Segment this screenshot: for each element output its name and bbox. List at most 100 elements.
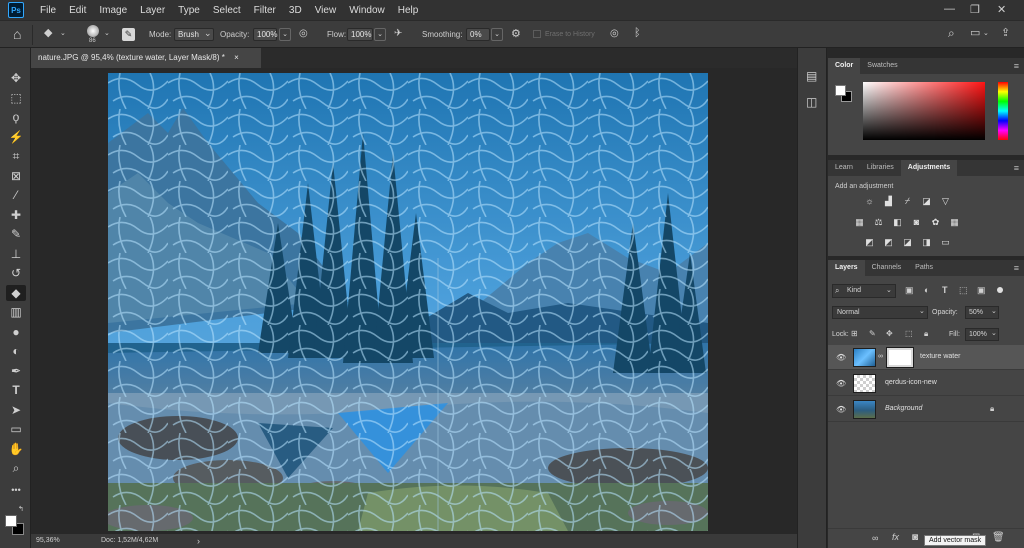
layer-thumbnail[interactable] [853,374,876,393]
tab-layers[interactable]: Layers [828,260,865,276]
close-button[interactable]: ✕ [997,3,1006,16]
hand-tool-icon[interactable]: ✋ [6,441,26,457]
gear-icon[interactable]: ⚙ [511,29,521,40]
frame-tool-icon[interactable]: ⊠ [6,168,26,184]
panel-menu-icon[interactable]: ≡ [1014,61,1019,71]
restore-button[interactable]: ❐ [970,3,980,16]
close-tab-icon[interactable]: × [234,53,239,62]
panel-menu-icon[interactable]: ≡ [1014,163,1019,173]
hue-saturation-icon[interactable]: ▦ [854,217,865,228]
pressure-opacity-icon[interactable]: ◎ [299,29,308,39]
filter-smart-object-icon[interactable]: ▣ [977,286,986,295]
menu-edit[interactable]: Edit [69,5,86,16]
filter-adjustment-icon[interactable]: ◐ [924,286,929,295]
opacity-slider-toggle[interactable]: ⌄ [279,28,291,41]
flow-input[interactable]: 100% [347,28,373,41]
workspace-icon[interactable]: ▭ [970,28,980,39]
lock-pixels-icon[interactable]: ✎ [869,330,876,338]
photo-filter-icon[interactable]: ◙ [911,217,922,228]
layer-row-texture-water[interactable]: 👁︎ ∞ texture water [828,345,1024,370]
filter-pixel-icon[interactable]: ▣ [905,286,914,295]
exposure-icon[interactable]: ◪ [921,196,932,207]
move-tool-icon[interactable]: ✥ [6,70,26,86]
tab-paths[interactable]: Paths [908,260,940,276]
dodge-tool-icon[interactable]: ◐ [6,343,26,359]
link-icon[interactable]: ∞ [878,353,883,360]
properties-panel-icon[interactable]: ◫ [806,96,817,108]
menu-layer[interactable]: Layer [140,5,165,16]
rectangle-tool-icon[interactable]: ▭ [6,421,26,437]
menu-file[interactable]: File [40,5,56,16]
lasso-tool-icon[interactable]: ϙ [6,109,26,125]
tab-color[interactable]: Color [828,58,861,74]
threshold-icon[interactable]: ◪ [902,237,913,248]
layer-thumbnail[interactable] [853,400,876,419]
history-brush-icon[interactable]: ↺ [6,265,26,281]
menu-filter[interactable]: Filter [254,5,276,16]
layer-row-background[interactable]: 👁︎ Background 🔒︎ [828,397,1024,422]
menu-type[interactable]: Type [178,5,200,16]
menu-select[interactable]: Select [213,5,241,16]
canvas-area[interactable] [31,68,797,534]
filter-type-icon[interactable]: T [942,286,948,295]
smoothing-slider-toggle[interactable]: ⌄ [491,28,503,41]
status-menu-arrow[interactable]: › [197,536,200,546]
hue-slider[interactable] [998,82,1008,140]
filter-shape-icon[interactable]: ⬚ [959,286,968,295]
tab-adjustments[interactable]: Adjustments [900,160,958,176]
vibrance-icon[interactable]: ▽ [940,196,951,207]
layer-mask-thumbnail[interactable] [886,347,914,368]
minimize-button[interactable]: — [944,3,955,15]
zoom-tool-icon[interactable]: ⌕ [6,460,26,476]
layer-style-icon[interactable]: fx [892,533,899,542]
layer-name[interactable]: Background [885,405,922,412]
layer-name[interactable]: qerdus-icon-new [885,379,937,386]
layer-row-qerdus-icon[interactable]: 👁︎ qerdus-icon-new [828,371,1024,396]
blend-mode-select[interactable]: Normal [832,306,928,319]
brightness-icon[interactable]: ☼ [864,196,875,207]
clone-stamp-icon[interactable]: ⊥ [6,246,26,262]
color-lookup-icon[interactable]: ▦ [949,217,960,228]
add-mask-icon[interactable]: ◙ [912,533,918,543]
layer-name[interactable]: texture water [920,353,960,360]
levels-icon[interactable]: ▟ [883,196,894,207]
menu-window[interactable]: Window [349,5,385,16]
tab-swatches[interactable]: Swatches [860,58,904,74]
opacity-input[interactable]: 100% [253,28,277,41]
zoom-level[interactable]: 95,36% [36,537,60,544]
lock-transparent-icon[interactable]: ⊞ [851,330,858,338]
blur-tool-icon[interactable]: ● [6,324,26,340]
color-balance-icon[interactable]: ⚖ [873,217,884,228]
brush-settings-icon[interactable]: ✎ [122,28,135,41]
tab-channels[interactable]: Channels [865,260,909,276]
chevron-down-icon[interactable]: ⌄ [104,30,110,37]
flow-slider-toggle[interactable]: ⌄ [374,28,386,41]
menu-view[interactable]: View [315,5,337,16]
pen-tool-icon[interactable]: ✒ [6,363,26,379]
invert-icon[interactable]: ◩ [864,237,875,248]
eye-icon[interactable]: 👁︎ [836,405,846,414]
smoothing-input[interactable]: 0% [466,28,490,41]
history-panel-icon[interactable]: ▤ [806,70,817,82]
gradient-map-icon[interactable]: ▭ [940,237,951,248]
menu-image[interactable]: Image [99,5,127,16]
document-canvas[interactable] [108,73,708,531]
filter-toggle[interactable] [997,287,1003,293]
eye-icon[interactable]: 👁︎ [836,379,846,388]
app-logo[interactable]: Ps [8,2,24,18]
airbrush-icon[interactable]: ✈ [394,29,402,39]
gradient-tool-icon[interactable]: ▥ [6,304,26,320]
selective-color-icon[interactable]: ◨ [921,237,932,248]
lock-artboard-icon[interactable]: ⬚ [905,330,913,338]
pressure-size-icon[interactable]: ◎ [610,29,619,39]
chevron-down-icon[interactable]: ⌄ [60,30,66,37]
delete-layer-icon[interactable]: 🗑︎ [992,533,1005,543]
chevron-down-icon[interactable]: ⌄ [983,30,989,37]
posterize-icon[interactable]: ◩ [883,237,894,248]
symmetry-icon[interactable]: ᛒ [634,28,641,39]
magic-wand-icon[interactable]: ⚡ [6,129,26,145]
crop-tool-icon[interactable]: ⌗ [6,148,26,164]
eraser-tool-icon[interactable]: ◆ [6,285,26,301]
healing-brush-icon[interactable]: ✚ [6,207,26,223]
black-white-icon[interactable]: ◧ [892,217,903,228]
